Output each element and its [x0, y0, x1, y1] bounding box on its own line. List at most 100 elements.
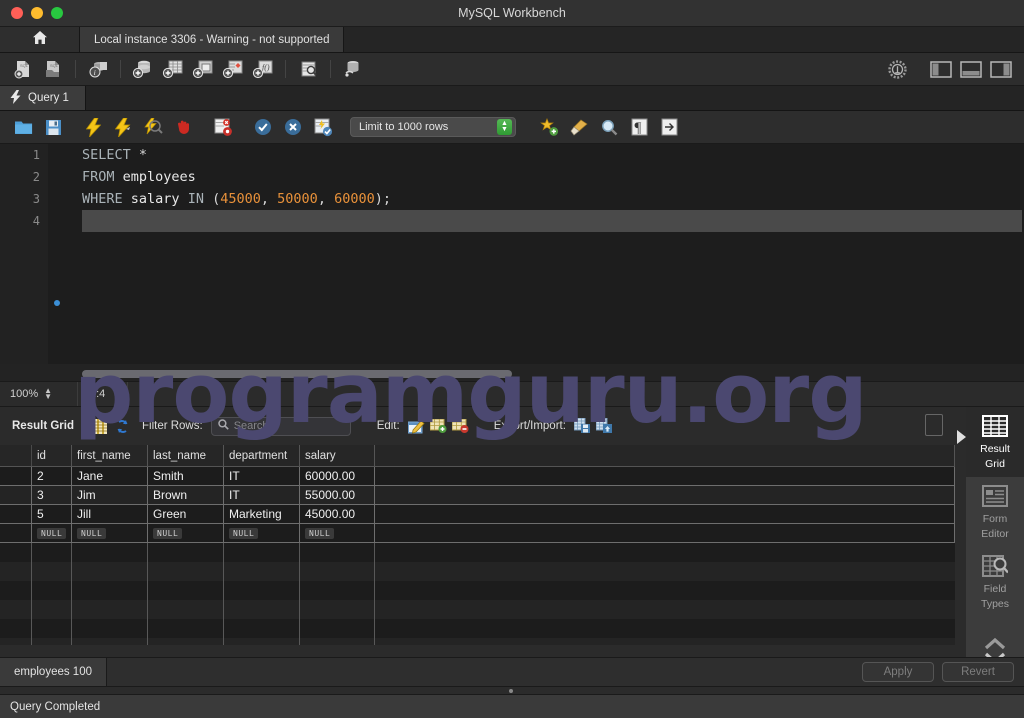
sidebar-item-form-editor[interactable]: Form Editor	[966, 477, 1024, 547]
sidebar-label-line1: Form	[982, 512, 1008, 525]
new-table-button[interactable]	[159, 56, 187, 82]
zoom-level-value: 100%	[10, 388, 39, 400]
edit-row-icon[interactable]	[406, 416, 428, 436]
empty-grid-row	[0, 638, 955, 645]
sidebar-item-result-grid[interactable]: Result Grid	[966, 407, 1024, 477]
expand-arrow-icon[interactable]	[957, 430, 966, 444]
cell-department[interactable]: Marketing	[224, 505, 300, 523]
execute-statement-button[interactable]	[81, 115, 105, 139]
column-header-last-name[interactable]: last_name	[148, 445, 224, 466]
import-recordset-icon[interactable]	[594, 416, 616, 436]
grid-view-icon[interactable]	[90, 416, 112, 436]
stepper-arrows-icon[interactable]: ▲ ▼	[497, 119, 512, 135]
table-row[interactable]: 2 Jane Smith IT 60000.00	[0, 467, 955, 486]
row-selector[interactable]	[0, 505, 32, 523]
beautify-query-button[interactable]	[537, 115, 561, 139]
column-header-department[interactable]: department	[224, 445, 300, 466]
connection-tab[interactable]: Local instance 3306 - Warning - not supp…	[80, 27, 345, 52]
cell-id[interactable]: 3	[32, 486, 72, 504]
sidebar-item-field-types[interactable]: Field Types	[966, 547, 1024, 617]
line-number: 1	[32, 148, 40, 162]
cell-id[interactable]: 5	[32, 505, 72, 523]
editor-code-area[interactable]: SELECT * FROM employees WHERE salary IN …	[82, 144, 1022, 232]
cell-last-name[interactable]: Brown	[148, 486, 224, 504]
new-function-button[interactable]: f()	[249, 56, 277, 82]
cell-id-null[interactable]: NULL	[32, 524, 72, 542]
save-file-button[interactable]	[41, 115, 65, 139]
refresh-icon[interactable]	[112, 416, 134, 436]
zoom-level-control[interactable]: 100% ▲ ▼	[0, 382, 78, 406]
settings-gear-button[interactable]	[883, 56, 911, 82]
new-procedure-button[interactable]	[219, 56, 247, 82]
search-input[interactable]: Search	[210, 416, 351, 436]
column-header-first-name[interactable]: first_name	[72, 445, 148, 466]
cell-last-name[interactable]: Smith	[148, 467, 224, 485]
find-button[interactable]	[597, 115, 621, 139]
open-sql-file-button[interactable]: SQL	[39, 56, 67, 82]
table-row[interactable]: 3 Jim Brown IT 55000.00	[0, 486, 955, 505]
new-schema-button[interactable]	[129, 56, 157, 82]
cell-salary-null[interactable]: NULL	[300, 524, 375, 542]
column-header-id[interactable]: id	[32, 445, 72, 466]
row-selector[interactable]	[0, 467, 32, 485]
row-selector[interactable]	[0, 486, 32, 504]
result-tab-employees[interactable]: employees 100	[0, 657, 107, 687]
revert-button[interactable]: Revert	[942, 662, 1014, 682]
result-grid[interactable]: id first_name last_name department salar…	[0, 445, 955, 645]
delete-row-icon[interactable]	[450, 416, 472, 436]
connection-info-button[interactable]: i	[84, 56, 112, 82]
insert-row-icon[interactable]	[428, 416, 450, 436]
open-file-button[interactable]	[11, 115, 35, 139]
cell-salary[interactable]: 55000.00	[300, 486, 375, 504]
cell-last-name[interactable]: Green	[148, 505, 224, 523]
editor-gutter: 1 2 3 4	[0, 144, 48, 364]
cell-first-name[interactable]: Jane	[72, 467, 148, 485]
commit-button[interactable]	[251, 115, 275, 139]
toggle-stop-on-error-button[interactable]	[211, 115, 235, 139]
query-database-button[interactable]	[339, 56, 367, 82]
filter-rows-label: Filter Rows:	[141, 420, 203, 432]
toggle-right-panel-button[interactable]	[987, 56, 1015, 82]
cell-first-name[interactable]: Jim	[72, 486, 148, 504]
new-sql-file-button[interactable]: SQL	[9, 56, 37, 82]
wrap-lines-button[interactable]	[657, 115, 681, 139]
sidebar-label-line2: Grid	[985, 457, 1005, 470]
breakpoint-marker-icon[interactable]	[54, 300, 60, 306]
cell-salary[interactable]: 60000.00	[300, 467, 375, 485]
toggle-bottom-panel-button[interactable]	[957, 56, 985, 82]
sql-editor[interactable]: 1 2 3 4 SELECT * FROM employees WHERE sa…	[0, 144, 1024, 364]
export-recordset-icon[interactable]	[572, 416, 594, 436]
auto-commit-button[interactable]	[311, 115, 335, 139]
table-row[interactable]: 5 Jill Green Marketing 45000.00	[0, 505, 955, 524]
sidebar-label-line1: Result	[980, 442, 1010, 455]
editor-status-bar: 100% ▲ ▼ 1:4	[0, 381, 1024, 407]
apply-button[interactable]: Apply	[862, 662, 934, 682]
tab-query-1[interactable]: Query 1	[0, 86, 86, 110]
toggle-left-panel-button[interactable]	[927, 56, 955, 82]
column-header-salary[interactable]: salary	[300, 445, 375, 466]
cell-department[interactable]: IT	[224, 486, 300, 504]
home-button[interactable]	[0, 27, 80, 52]
invisible-chars-button[interactable]: ¶	[627, 115, 651, 139]
zoom-stepper-icon[interactable]: ▲ ▼	[44, 387, 52, 401]
cell-salary[interactable]: 45000.00	[300, 505, 375, 523]
cell-last-name-null[interactable]: NULL	[148, 524, 224, 542]
editor-scrollbar-thumb[interactable]	[82, 370, 512, 378]
empty-grid-row	[0, 562, 955, 581]
inspect-table-button[interactable]	[294, 56, 322, 82]
cell-department[interactable]: IT	[224, 467, 300, 485]
cell-first-name-null[interactable]: NULL	[72, 524, 148, 542]
rollback-button[interactable]	[281, 115, 305, 139]
cell-id[interactable]: 2	[32, 467, 72, 485]
cell-first-name[interactable]: Jill	[72, 505, 148, 523]
toggle-sidebar-icon[interactable]	[925, 414, 943, 436]
execute-current-statement-button[interactable]	[111, 115, 135, 139]
row-limit-select[interactable]: Limit to 1000 rows ▲ ▼	[350, 117, 516, 137]
cell-department-null[interactable]: NULL	[224, 524, 300, 542]
row-selector[interactable]	[0, 524, 32, 542]
new-record-row[interactable]: NULL NULL NULL NULL NULL	[0, 524, 955, 543]
stop-execution-button[interactable]	[171, 115, 195, 139]
explain-statement-button[interactable]	[141, 115, 165, 139]
new-view-button[interactable]	[189, 56, 217, 82]
clear-context-button[interactable]	[567, 115, 591, 139]
